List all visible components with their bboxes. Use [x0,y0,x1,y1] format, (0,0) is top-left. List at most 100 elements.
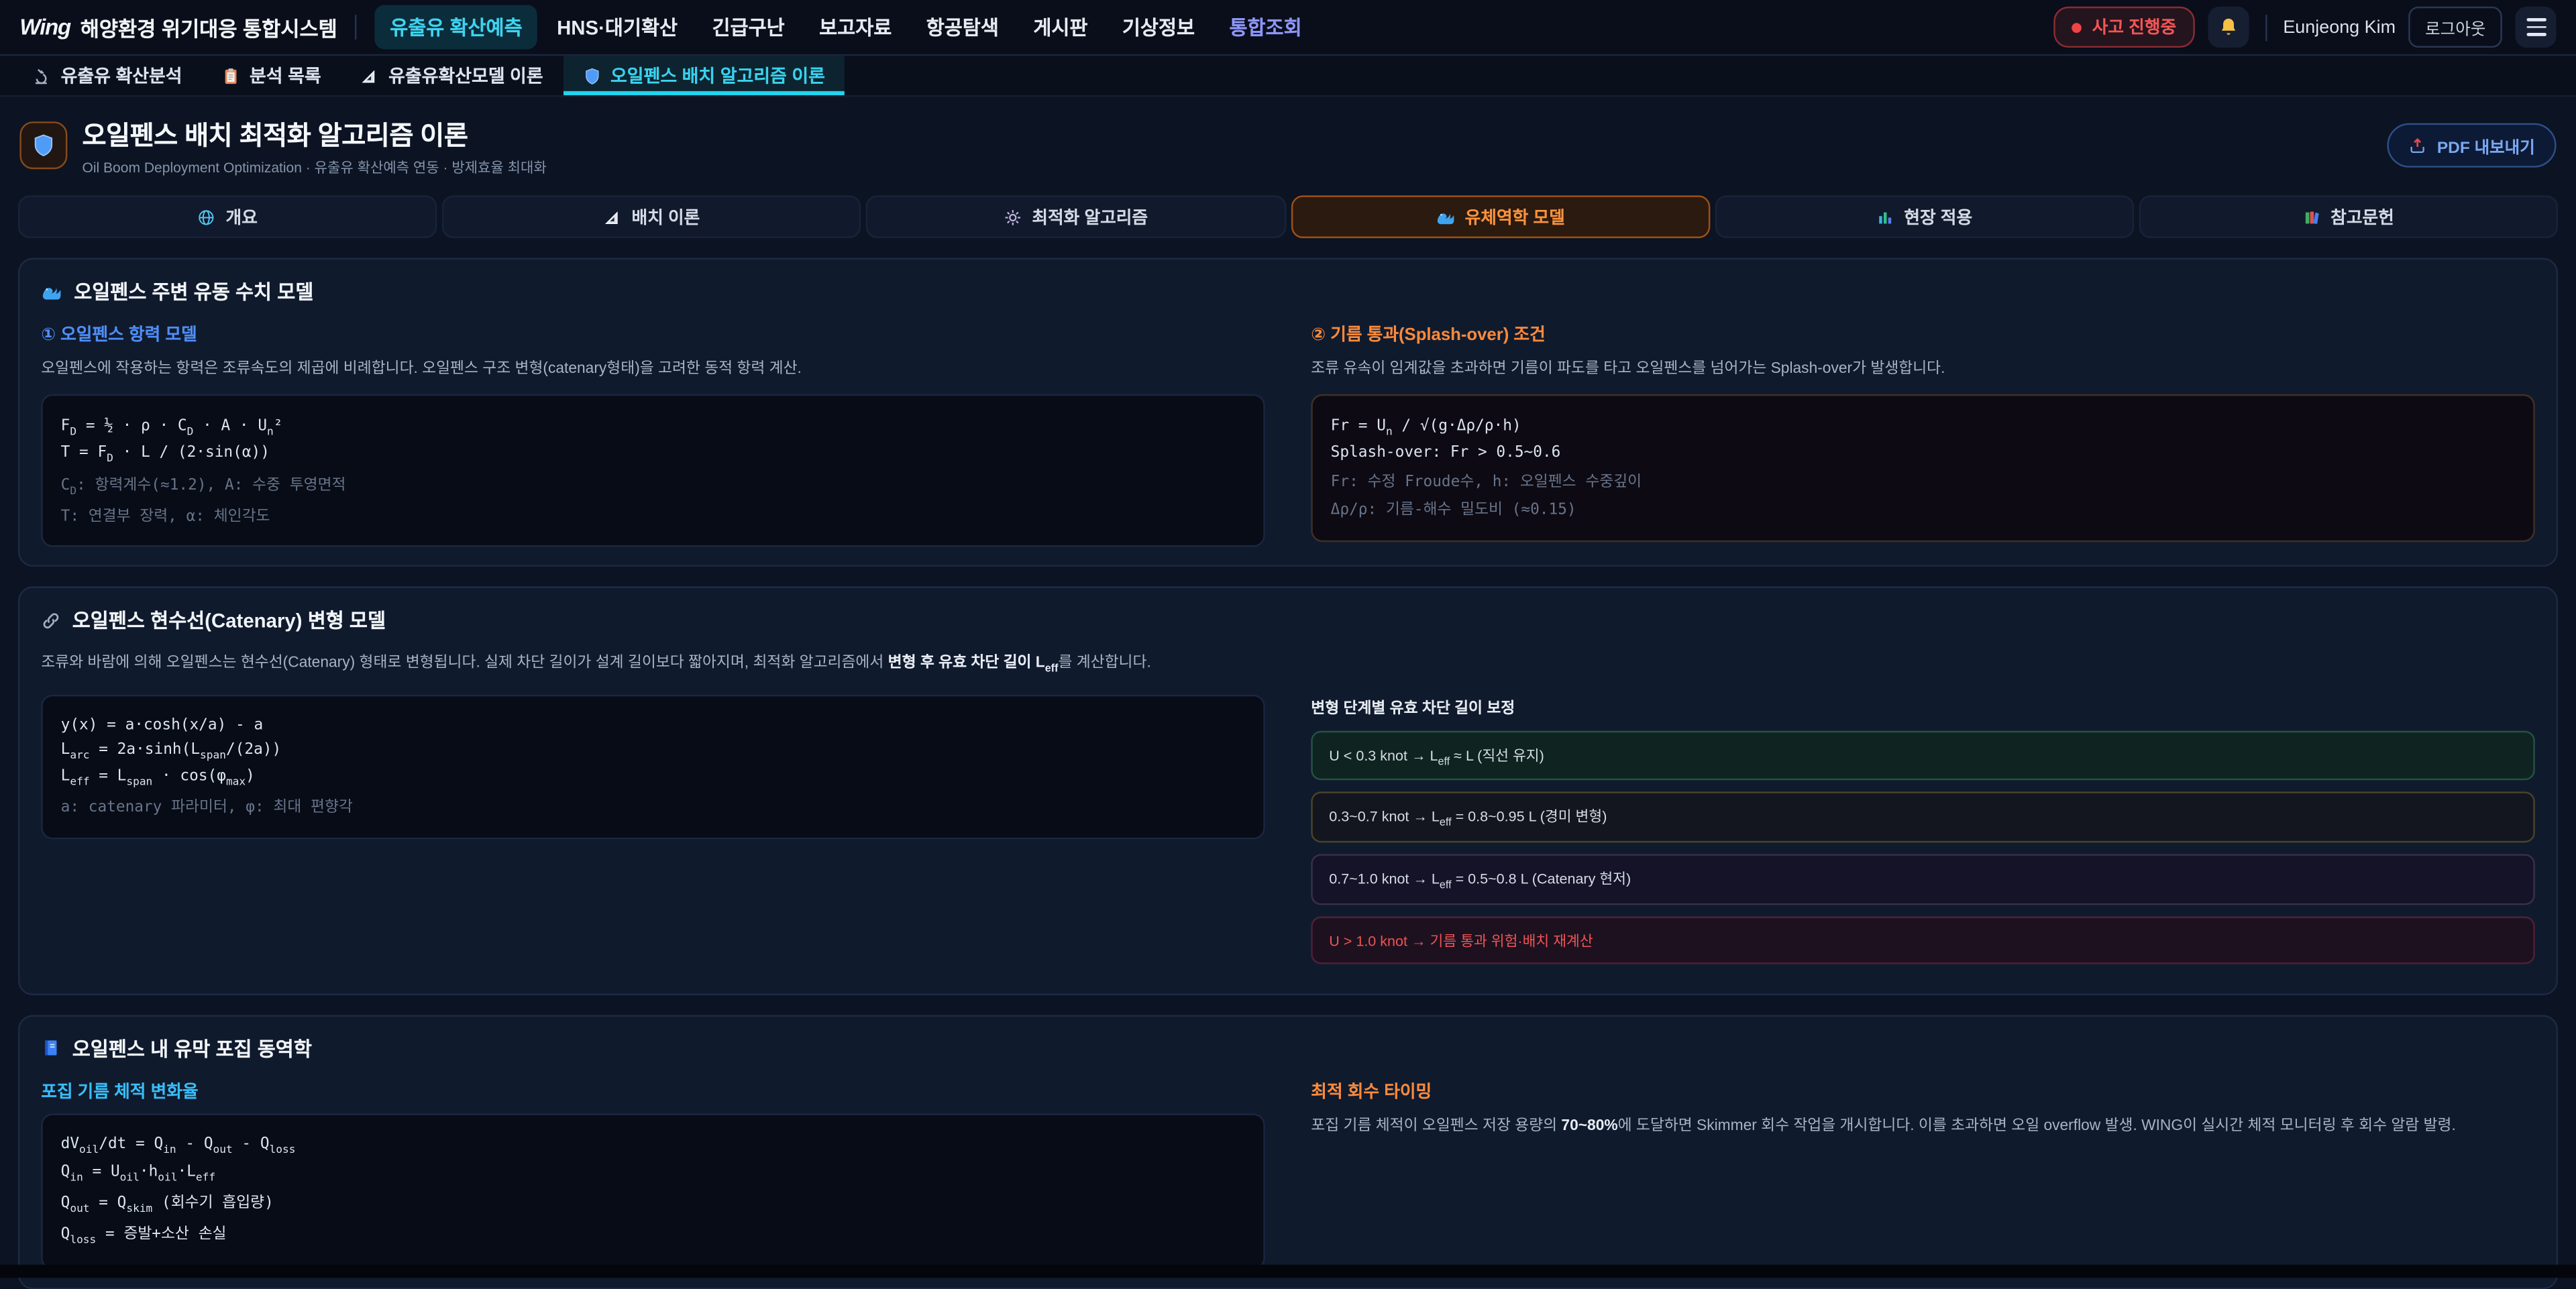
tab-label: 배치 이론 [632,205,700,229]
subtab-spill-analysis[interactable]: 유출유 확산분석 [13,56,202,95]
formula-line: Splash-over: Fr > 0.5~0.6 [1331,444,2516,462]
drag-model-formula-block: FD = ½ · ρ · CD · A · Un² T = FD · L / (… [41,395,1265,548]
triangle-ruler-icon [604,208,622,226]
wave-icon [41,281,62,302]
catenary-desc: 조류와 바람에 의해 오일펜스는 현수선(Catenary) 형태로 변형됩니다… [41,651,2535,679]
formula-line: Qout = Qskim (회수기 흡입량) [61,1189,1246,1215]
splash-over-heading: ② 기름 통과(Splash-over) 조건 [1311,322,2534,347]
books-icon [2303,208,2321,226]
incident-badge-label: 사고 진행중 [2092,15,2176,40]
microscope-icon [33,66,51,85]
recovery-timing-heading: 최적 회수 타이밍 [1311,1079,2534,1104]
drag-model-heading: ① 오일펜스 항력 모델 [41,322,1265,347]
user-name: Eunjeong Kim [2283,17,2396,37]
nav-item-weather-info[interactable]: 기상정보 [1108,5,1210,49]
subtab-label: 분석 목록 [250,62,321,89]
card-title: 오일펜스 현수선(Catenary) 변형 모델 [72,607,386,635]
subtab-label: 오일펜스 배치 알고리즘 이론 [610,62,825,89]
card-capture-dynamics: 오일펜스 내 유막 포집 동역학 포집 기름 체적 변화율 dVoil/dt =… [18,1015,2558,1289]
card-title: 오일펜스 주변 유동 수치 모델 [74,278,313,306]
splash-over-desc: 조류 유속이 임계값을 초과하면 기름이 파도를 타고 오일펜스를 넘어가는 S… [1311,356,2534,380]
red-dot-icon [2072,22,2082,32]
notifications-button[interactable] [2208,7,2249,48]
subtab-boom-algorithm-theory[interactable]: 오일펜스 배치 알고리즘 이론 [563,56,845,95]
drag-model-column: ① 오일펜스 항력 모델 오일펜스에 작용하는 항력은 조류속도의 제곱에 비례… [41,322,1265,548]
tab-references[interactable]: 참고문헌 [2139,195,2558,238]
tab-label: 참고문헌 [2330,205,2394,229]
correction-row-significant: 0.7~1.0 knot → Leff = 0.5~0.8 L (Catenar… [1311,854,2534,905]
divider [356,15,357,40]
clipboard-icon [221,66,239,85]
app-window: Wing 해양환경 위기대응 통합시스템 유출유 확산예측 HNS·대기확산 긴… [0,0,2576,1278]
volume-rate-heading: 포집 기름 체적 변화율 [41,1079,1265,1104]
tab-label: 개요 [226,205,258,229]
recovery-timing-column: 최적 회수 타이밍 포집 기름 체적이 오일펜스 저장 용량의 70~80%에 … [1311,1079,2534,1270]
correction-row-danger: U > 1.0 knot → 기름 통과 위험·배치 재계산 [1311,916,2534,964]
pdf-export-label: PDF 내보내기 [2437,133,2535,158]
page-shield-icon [19,121,67,169]
app-title: 해양환경 위기대응 통합시스템 [80,11,337,43]
catenary-formula-block: y(x) = a·cosh(x/a) - a Larc = 2a·sinh(Ls… [41,694,1265,839]
nav-item-oil-spill-forecast[interactable]: 유출유 확산예측 [375,5,537,49]
hamburger-icon [2526,18,2545,36]
formula-note: Fr: 수정 Froude수, h: 오일펜스 수중깊이 [1331,467,2516,490]
nav-item-reports[interactable]: 보고자료 [804,5,906,49]
tab-field-application[interactable]: 현장 적용 [1715,195,2134,238]
subtab-label: 유출유 확산분석 [61,62,182,89]
page-subtitle: Oil Boom Deployment Optimization · 유출유 확… [82,158,546,177]
tab-optimization-algorithm[interactable]: 최적화 알고리즘 [866,195,1285,238]
logout-button[interactable]: 로그아웃 [2409,7,2502,48]
card-fluid-title-row: 오일펜스 주변 유동 수치 모델 [41,278,2535,306]
subtab-model-theory[interactable]: 유출유확산모델 이론 [341,56,563,95]
correction-row-mild: 0.3~0.7 knot → Leff = 0.8~0.95 L (경미 변형) [1311,792,2534,842]
tab-label: 최적화 알고리즘 [1032,205,1148,229]
formula-line: T = FD · L / (2·sin(α)) [61,444,1246,465]
nav-item-aerial-search[interactable]: 항공탐색 [912,5,1014,49]
formula-line: Qin = Uoil·hoil·Leff [61,1162,1246,1183]
splash-over-column: ② 기름 통과(Splash-over) 조건 조류 유속이 임계값을 초과하면… [1311,322,2534,548]
incident-status-badge[interactable]: 사고 진행중 [2054,7,2194,48]
bell-icon [2217,16,2239,38]
volume-rate-column: 포집 기름 체적 변화율 dVoil/dt = Qin - Qout - Qlo… [41,1079,1265,1270]
recovery-timing-desc: 포집 기름 체적이 오일펜스 저장 용량의 70~80%에 도달하면 Skimm… [1311,1113,2534,1137]
tab-overview[interactable]: 개요 [18,195,437,238]
app-logo[interactable]: Wing 해양환경 위기대응 통합시스템 [19,11,337,43]
card-catenary-title-row: 오일펜스 현수선(Catenary) 변형 모델 [41,607,2535,635]
nav-item-emergency-rescue[interactable]: 긴급구난 [697,5,799,49]
page-title: 오일펜스 배치 최적화 알고리즘 이론 [82,113,546,153]
formula-line: y(x) = a·cosh(x/a) - a [61,716,1246,734]
topbar-right-cluster: 사고 진행중 Eunjeong Kim 로그아웃 [2054,7,2556,48]
correction-heading: 변형 단계별 유효 차단 길이 보정 [1311,694,2534,717]
nav-item-board[interactable]: 게시판 [1018,5,1102,49]
triangle-ruler-icon [360,66,378,85]
chart-icon [1876,208,1894,226]
sub-tab-bar: 유출유 확산분석 분석 목록 유출유확산모델 이론 오일펜스 배치 알고리즘 이… [0,56,2576,97]
page-header: 오일펜스 배치 최적화 알고리즘 이론 Oil Boom Deployment … [0,97,2576,188]
splash-over-formula-block: Fr = Un / √(g·Δρ/ρ·h) Splash-over: Fr > … [1311,395,2534,542]
nav-item-hns-dispersion[interactable]: HNS·대기확산 [542,5,692,49]
nav-item-integrated-search[interactable]: 통합조회 [1214,5,1316,49]
menu-button[interactable] [2515,7,2556,48]
formula-note: T: 연결부 장력, α: 체인각도 [61,502,1246,525]
shield-icon [582,66,600,85]
correction-row-straight: U < 0.3 knot → Leff ≈ L (직선 유지) [1311,730,2534,781]
wave-icon [1436,207,1455,227]
globe-icon [198,208,216,226]
tab-deployment-theory[interactable]: 배치 이론 [442,195,861,238]
link-icon [41,611,60,630]
gear-icon [1004,208,1022,226]
drag-model-desc: 오일펜스에 작용하는 항력은 조류속도의 제곱에 비례합니다. 오일펜스 구조 … [41,356,1265,380]
formula-line: Fr = Un / √(g·Δρ/ρ·h) [1331,417,2516,438]
formula-line: Leff = Lspan · cos(φmax) [61,767,1246,787]
divider [2265,14,2266,40]
tab-hydrodynamics-model[interactable]: 유체역학 모델 [1291,195,1710,238]
subtab-analysis-list[interactable]: 분석 목록 [202,56,341,95]
formula-line: FD = ½ · ρ · CD · A · Un² [61,417,1246,438]
bottom-bar [0,1265,2576,1278]
volume-rate-formula-block: dVoil/dt = Qin - Qout - Qloss Qin = Uoil… [41,1113,1265,1270]
correction-column: 변형 단계별 유효 차단 길이 보정 U < 0.3 knot → Leff ≈… [1311,694,2534,975]
main-nav: 유출유 확산예측 HNS·대기확산 긴급구난 보고자료 항공탐색 게시판 기상정… [375,5,1317,49]
pdf-export-button[interactable]: PDF 내보내기 [2387,123,2556,168]
formula-line: Larc = 2a·sinh(Lspan/(2a)) [61,740,1246,761]
tab-label: 현장 적용 [1904,205,1972,229]
